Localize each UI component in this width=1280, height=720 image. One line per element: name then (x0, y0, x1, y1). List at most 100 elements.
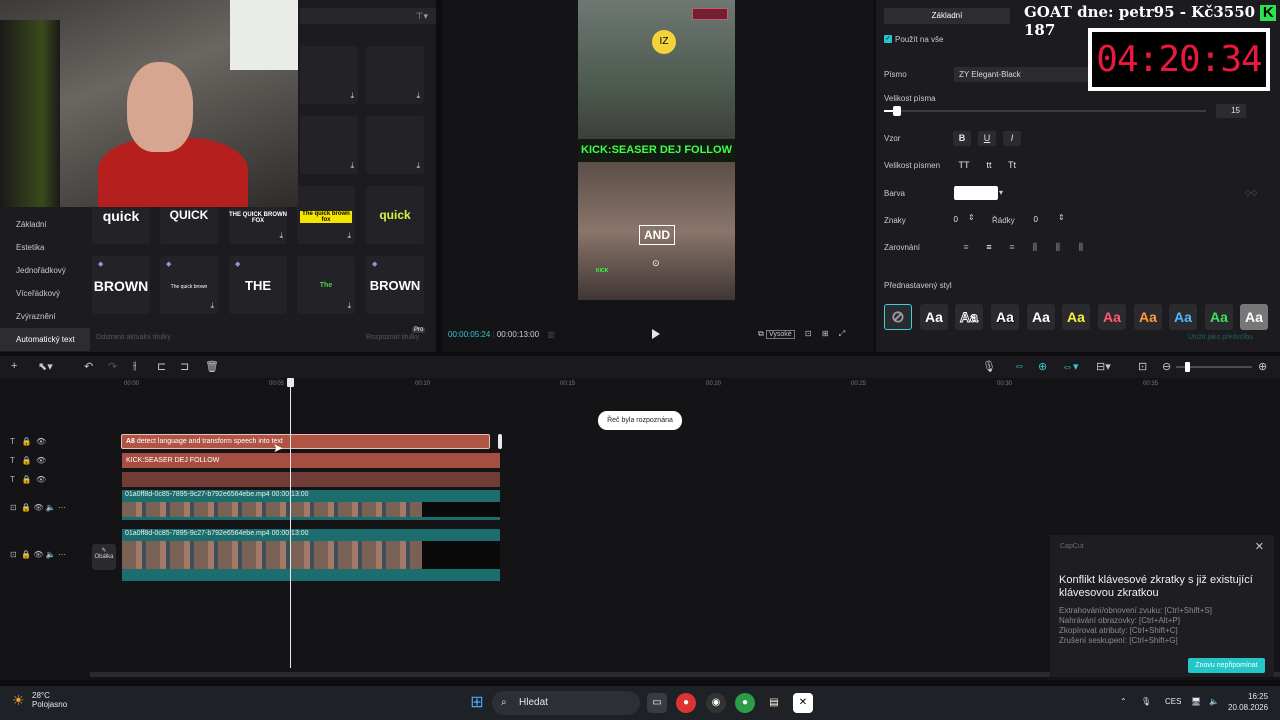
lock-icon[interactable]: 🔒 (22, 437, 32, 446)
empty-text-clip[interactable] (122, 472, 500, 487)
text-template-tile[interactable]: ◆ THE (229, 256, 287, 314)
lines-input[interactable]: 0 (1020, 213, 1044, 227)
preset-style[interactable]: Aa (1240, 304, 1268, 330)
font-size-slider[interactable] (884, 110, 1206, 112)
magnet-icon[interactable]: ⊕ (1038, 360, 1047, 373)
text-template-tile[interactable]: ◆ BROWN (92, 256, 150, 314)
tray-mic-icon[interactable]: 🎙 (1141, 697, 1151, 706)
emoji-sticker[interactable]: IZ (652, 30, 676, 54)
caption-icon[interactable]: ⊡ (1138, 360, 1147, 373)
preset-style[interactable]: Aa (1062, 304, 1090, 330)
bold-button[interactable]: B (953, 131, 971, 146)
quality-button[interactable]: Vysoké (765, 330, 795, 339)
zoom-out-icon[interactable]: ⊖ (1162, 360, 1171, 373)
uppercase-button[interactable]: TT (955, 158, 973, 173)
filter-bar[interactable]: ⊤▾ (300, 8, 436, 24)
align-middle-icon[interactable]: ⫼ (1050, 242, 1066, 254)
weather-widget[interactable]: ☀ 28°C Polojasno (12, 691, 67, 709)
microphone-icon[interactable]: 🎙 (982, 360, 996, 373)
align-center-icon[interactable]: ≡ (981, 242, 997, 254)
text-template-tile[interactable]: ⤓ (366, 46, 424, 104)
category-aesthetic[interactable]: Estetika (0, 236, 90, 259)
obs-icon[interactable]: ◉ (706, 693, 726, 713)
preset-style[interactable]: Aa (1205, 304, 1233, 330)
eye-icon[interactable]: 👁 (36, 456, 46, 465)
preset-style[interactable]: Aa (1027, 304, 1055, 330)
font-size-slider-knob[interactable] (893, 106, 901, 116)
playhead-handle[interactable] (287, 378, 294, 387)
dont-remind-button[interactable]: Znovu nepřipomínat (1188, 658, 1265, 673)
eye-icon[interactable]: 👁 (36, 437, 46, 446)
add-icon[interactable]: + (11, 360, 17, 372)
more-icon[interactable]: ⋯ (58, 550, 66, 559)
category-single-line[interactable]: Jednořádkový (0, 259, 90, 282)
video-clip[interactable]: 01a0ff8d-0c85-7895-9c27-b792e6564ebe.mp4… (122, 490, 500, 520)
eye-icon[interactable]: 👁 (33, 550, 43, 559)
font-size-input[interactable]: 15 (1216, 104, 1246, 118)
ratio-icon[interactable]: ⊞ (822, 329, 829, 338)
preset-style[interactable]: Aa (1134, 304, 1162, 330)
category-auto-text[interactable]: Automatický text (0, 328, 90, 351)
filter-icon[interactable]: ⊤▾ (416, 11, 428, 22)
language-indicator[interactable]: CES (1165, 697, 1181, 706)
underline-button[interactable]: U (978, 131, 996, 146)
select-tool-icon[interactable]: ⬉▾ (38, 360, 53, 373)
italic-button[interactable]: I (1003, 131, 1021, 146)
search-box[interactable]: ⌕ Hledat (492, 691, 640, 715)
align-bottom-icon[interactable]: ⫼ (1073, 242, 1089, 254)
category-basic[interactable]: Základní (0, 213, 90, 236)
preset-style[interactable]: Aa (991, 304, 1019, 330)
text-template-tile[interactable]: The ⤓ (297, 256, 355, 314)
eye-icon[interactable]: 👁 (33, 503, 43, 512)
preset-style[interactable]: Aa (955, 304, 983, 330)
keyframe-icon[interactable]: ◇◇ (1245, 188, 1257, 197)
text-template-tile[interactable]: quick (366, 186, 424, 244)
apply-all-checkbox[interactable]: ✓ (884, 35, 892, 43)
focus-icon[interactable]: ⊡ (805, 329, 812, 338)
file-explorer-icon[interactable]: ▭ (647, 693, 667, 713)
lock-icon[interactable]: 🔒 (21, 503, 31, 512)
video-clip[interactable]: 01a0ff8d-0c85-7895-9c27-b792e6564ebe.mp4… (122, 529, 500, 581)
more-icon[interactable]: ⋯ (58, 503, 66, 512)
trim-left-icon[interactable]: ⊏ (157, 360, 166, 373)
preset-style[interactable]: Aa (920, 304, 948, 330)
preset-none-icon[interactable]: ⊘ (884, 304, 912, 330)
text-clip[interactable]: KICK:SEASER DEJ FOLLOW (122, 453, 500, 468)
recognize-subtitles-button[interactable]: Rozpoznat titulky (366, 334, 419, 341)
lines-stepper-icon[interactable]: ⇕ (1058, 213, 1065, 222)
text-template-tile[interactable]: ◆ The quick brown ⤓ (160, 256, 218, 314)
text-template-tile[interactable]: ⤓ (300, 116, 358, 174)
chevron-down-icon[interactable]: ▾ (999, 188, 1003, 197)
clip-trim-handle[interactable] (498, 434, 502, 449)
trim-right-icon[interactable]: ⊐ (180, 360, 189, 373)
video-preview[interactable]: KICK:SEASER DEJ FOLLOW IZ AND KICK ⊙ (578, 0, 735, 300)
playhead[interactable] (290, 378, 291, 668)
align-top-icon[interactable]: ⫼ (1027, 242, 1043, 254)
taskbar-clock[interactable]: 16:25 20.08.2026 (1228, 691, 1268, 713)
snap-icon[interactable]: ⇔▾ (1062, 360, 1079, 373)
auto-caption-clip[interactable]: A8 detect language and transform speech … (121, 434, 490, 449)
capcut-icon[interactable]: ✕ (793, 693, 813, 713)
text-template-tile[interactable]: ⤓ (300, 46, 358, 104)
align-left-icon[interactable]: ≡ (958, 242, 974, 254)
lock-icon[interactable]: 🔒 (22, 456, 32, 465)
link-icon[interactable]: ⇔ (1014, 360, 1025, 372)
audio-icon[interactable]: 🔈 (46, 503, 56, 512)
play-icon[interactable] (651, 328, 661, 340)
fullscreen-icon[interactable]: ⤢ (839, 329, 845, 338)
network-icon[interactable]: 🖥 (1191, 697, 1201, 706)
start-icon[interactable]: ⊞ (467, 693, 487, 713)
category-multi-line[interactable]: Víceřádkový (0, 282, 90, 305)
zoom-in-icon[interactable]: ⊕ (1258, 360, 1267, 373)
volume-icon[interactable]: 🔈 (1209, 697, 1219, 706)
text-template-tile[interactable]: ⤓ (366, 116, 424, 174)
category-highlight[interactable]: Zvýraznění (0, 305, 90, 328)
preview-axis-icon[interactable]: ⊟▾ (1096, 360, 1111, 373)
chars-input[interactable]: 0 (930, 213, 964, 227)
aspect-icon[interactable]: ⧉ (758, 329, 764, 338)
rotate-handle-icon[interactable]: ⊙ (652, 258, 660, 269)
split-icon[interactable]: ⫲ (133, 360, 137, 373)
align-right-icon[interactable]: ≡ (1004, 242, 1020, 254)
eye-icon[interactable]: 👁 (36, 475, 46, 484)
save-preset-button[interactable]: Uložit jako předvolbu (1188, 334, 1253, 341)
